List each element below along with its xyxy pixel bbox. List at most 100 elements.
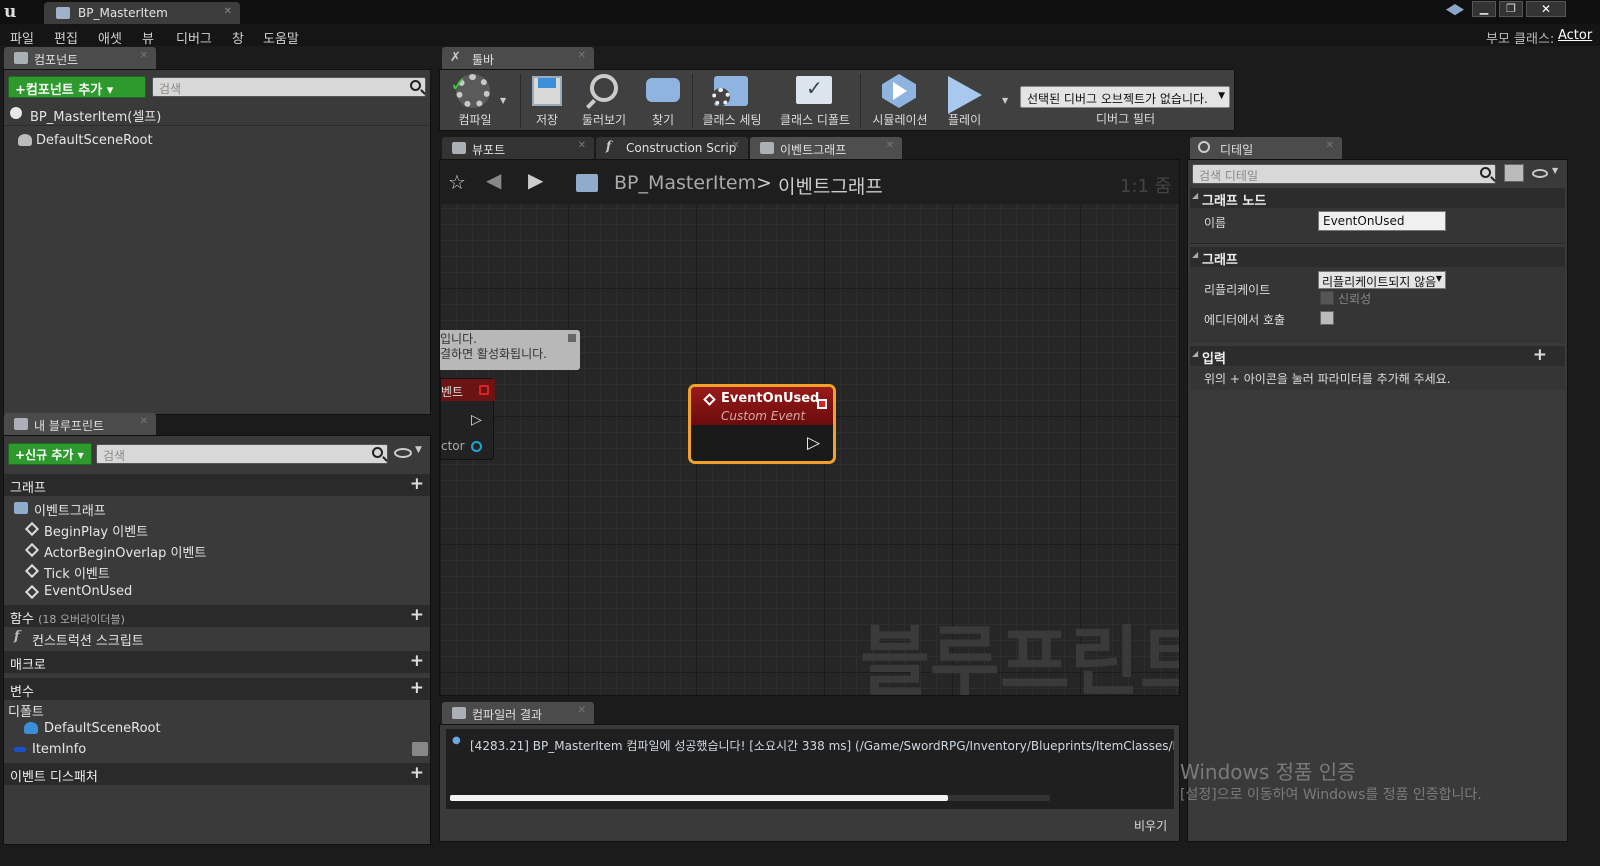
category-graph-node[interactable]: 그래프 노드 bbox=[1190, 188, 1565, 209]
blueprint-icon bbox=[56, 7, 70, 19]
default-category-row[interactable]: 디폴트 bbox=[8, 701, 44, 720]
learn-icon[interactable] bbox=[1446, 4, 1464, 16]
close-tab-icon[interactable]: ✕ bbox=[224, 6, 232, 17]
unreal-logo-icon[interactable]: u bbox=[4, 2, 26, 22]
close-icon[interactable]: ✕ bbox=[578, 50, 586, 61]
menu-view[interactable]: 뷰 bbox=[142, 28, 154, 47]
close-icon[interactable]: ✕ bbox=[886, 140, 894, 151]
menu-help[interactable]: 도움말 bbox=[263, 28, 299, 47]
add-graph-plus-icon[interactable]: + bbox=[410, 474, 424, 494]
collapse-icon[interactable] bbox=[412, 742, 428, 756]
clear-button[interactable]: 비우기 bbox=[1134, 817, 1167, 834]
menu-asset[interactable]: 애셋 bbox=[98, 28, 122, 47]
visibility-eye-icon[interactable] bbox=[1532, 169, 1548, 178]
category-macros[interactable]: 매크로 + bbox=[4, 651, 430, 673]
menu-edit[interactable]: 편집 bbox=[54, 28, 78, 47]
event-dispatchers-label: 이벤트 디스패처 bbox=[10, 770, 98, 785]
replicates-dropdown[interactable]: 리플리케이트되지 않음 ▼ bbox=[1318, 271, 1446, 289]
object-pin-icon[interactable] bbox=[471, 441, 482, 452]
add-macro-plus-icon[interactable]: + bbox=[410, 651, 424, 671]
chevron-down-icon[interactable]: ▼ bbox=[1552, 166, 1558, 175]
chevron-down-icon[interactable]: ▼ bbox=[1002, 96, 1008, 105]
category-variables[interactable]: 변수 + bbox=[4, 678, 430, 700]
category-graphs[interactable]: 그래프 + bbox=[4, 474, 430, 496]
close-icon[interactable]: ✕ bbox=[140, 416, 148, 427]
chevron-down-icon[interactable]: ▼ bbox=[500, 96, 506, 105]
save-button[interactable]: 저장 bbox=[522, 72, 572, 130]
tab-event-graph[interactable]: 이벤트그래프 ✕ bbox=[750, 137, 902, 159]
menu-file[interactable]: 파일 bbox=[10, 28, 34, 47]
tab-construction-script[interactable]: f Construction Scrip ✕ bbox=[596, 137, 748, 159]
close-icon[interactable]: ✕ bbox=[732, 140, 740, 151]
root-component-row[interactable]: BP_MasterItem(셀프) bbox=[4, 102, 430, 126]
close-window-button[interactable]: ✕ bbox=[1526, 1, 1566, 17]
menu-window[interactable]: 창 bbox=[232, 28, 244, 47]
name-input[interactable]: EventOnUsed bbox=[1318, 211, 1446, 231]
components-search-input[interactable]: 검색 bbox=[152, 77, 426, 97]
functions-override-count[interactable]: (18 오버라이더블) bbox=[38, 613, 125, 626]
category-functions[interactable]: 함수 (18 오버라이더블) + bbox=[4, 605, 430, 627]
tab-viewport[interactable]: 뷰포트 ✕ bbox=[442, 137, 594, 159]
compiler-message[interactable]: [4283.21] BP_MasterItem 컴파일에 성공했습니다! [소요… bbox=[470, 737, 1174, 754]
graph-canvas[interactable]: ☆ ◀ ▶ BP_MasterItem > 이벤트그래프 1:1 줌 입니다. … bbox=[439, 159, 1180, 696]
forward-arrow-icon[interactable]: ▶ bbox=[528, 168, 543, 192]
reliable-checkbox[interactable] bbox=[1320, 291, 1334, 305]
details-search-input[interactable]: 검색 디테일 bbox=[1192, 164, 1496, 184]
close-icon[interactable]: ✕ bbox=[1326, 140, 1334, 151]
tab-my-blueprint[interactable]: 내 블루프린트 ✕ bbox=[4, 413, 156, 435]
tab-details[interactable]: 디테일 ✕ bbox=[1190, 137, 1342, 159]
call-in-editor-checkbox[interactable] bbox=[1320, 311, 1334, 325]
delegate-pin-icon[interactable] bbox=[817, 399, 827, 409]
add-function-plus-icon[interactable]: + bbox=[410, 605, 424, 625]
blueprint-search-input[interactable]: 검색 bbox=[96, 444, 388, 464]
add-input-plus-icon[interactable]: + bbox=[1533, 345, 1547, 365]
visibility-eye-icon[interactable] bbox=[394, 448, 412, 458]
variable-row-iteminfo[interactable]: ItemInfo bbox=[14, 742, 428, 760]
document-tab[interactable]: BP_MasterItem ✕ bbox=[44, 2, 240, 24]
tab-details-label: 디테일 bbox=[1220, 143, 1254, 157]
debug-object-dropdown[interactable]: 선택된 디버그 오브젝트가 없습니다. ▼ bbox=[1020, 86, 1230, 108]
category-inputs[interactable]: 입력 + bbox=[1190, 345, 1565, 367]
find-button[interactable]: 찾기 bbox=[636, 72, 690, 130]
exec-pin-icon[interactable]: ▷ bbox=[471, 412, 482, 428]
back-arrow-icon[interactable]: ◀ bbox=[486, 168, 501, 192]
tab-components[interactable]: 컴포넌트 ✕ bbox=[4, 47, 156, 69]
browse-button[interactable]: 둘러보기 bbox=[574, 72, 634, 130]
category-event-dispatchers[interactable]: 이벤트 디스패처 + bbox=[4, 763, 430, 785]
tab-compiler-results[interactable]: 컴파일러 결과 ✕ bbox=[442, 702, 594, 724]
compile-button[interactable]: ✓ ▼ 컴파일 bbox=[442, 72, 508, 130]
parent-class-link[interactable]: Actor bbox=[1558, 28, 1592, 43]
partial-event-node[interactable]: 벤트 ▷ ctor bbox=[440, 378, 495, 460]
add-new-button[interactable]: +신규 추가 ▾ bbox=[8, 443, 92, 465]
event-node-eventonused[interactable]: EventOnUsed Custom Event ▷ bbox=[688, 384, 836, 464]
log-scrollbar-thumb[interactable] bbox=[450, 795, 948, 801]
class-settings-button[interactable]: 클래스 세팅 bbox=[694, 72, 770, 130]
favorite-star-icon[interactable]: ☆ bbox=[448, 170, 466, 194]
exec-output-pin-icon[interactable]: ▷ bbox=[807, 433, 820, 453]
add-component-button[interactable]: +컴포넌트 추가 ▾ bbox=[8, 76, 146, 98]
component-row-defaultsceneroot[interactable]: DefaultSceneRoot bbox=[4, 130, 430, 152]
compiler-results-icon bbox=[452, 707, 466, 719]
minimize-button[interactable]: ▁ bbox=[1472, 1, 1496, 17]
tab-toolbar[interactable]: ✗ 툴바 ✕ bbox=[442, 47, 594, 69]
simulate-button[interactable]: 시뮬레이션 bbox=[862, 72, 938, 130]
property-matrix-icon[interactable] bbox=[1504, 164, 1524, 182]
add-variable-plus-icon[interactable]: + bbox=[410, 678, 424, 698]
replicates-value: 리플리케이트되지 않음 bbox=[1322, 275, 1437, 289]
play-button[interactable]: ▼ 플레이 bbox=[940, 72, 1016, 130]
add-dispatcher-plus-icon[interactable]: + bbox=[410, 763, 424, 783]
class-defaults-button[interactable]: ✓ 클래스 디폴트 bbox=[772, 72, 858, 130]
log-scrollbar[interactable] bbox=[450, 795, 1050, 801]
chevron-down-icon[interactable]: ▼ bbox=[415, 445, 422, 455]
close-icon[interactable]: ✕ bbox=[578, 705, 586, 716]
close-icon[interactable]: ✕ bbox=[578, 140, 586, 151]
maximize-button[interactable]: ❐ bbox=[1499, 1, 1523, 17]
category-graph[interactable]: 그래프 bbox=[1190, 247, 1565, 268]
close-icon[interactable]: ✕ bbox=[140, 50, 148, 61]
comment-box[interactable]: 입니다. 결하면 활성화됩니다. bbox=[440, 330, 580, 370]
delegate-pin-icon[interactable] bbox=[479, 385, 489, 395]
menu-debug[interactable]: 디버그 bbox=[176, 28, 212, 47]
breadcrumb-root[interactable]: BP_MasterItem bbox=[614, 172, 756, 194]
class-defaults-label: 클래스 디폴트 bbox=[779, 113, 851, 127]
pin-icon[interactable] bbox=[568, 334, 576, 342]
